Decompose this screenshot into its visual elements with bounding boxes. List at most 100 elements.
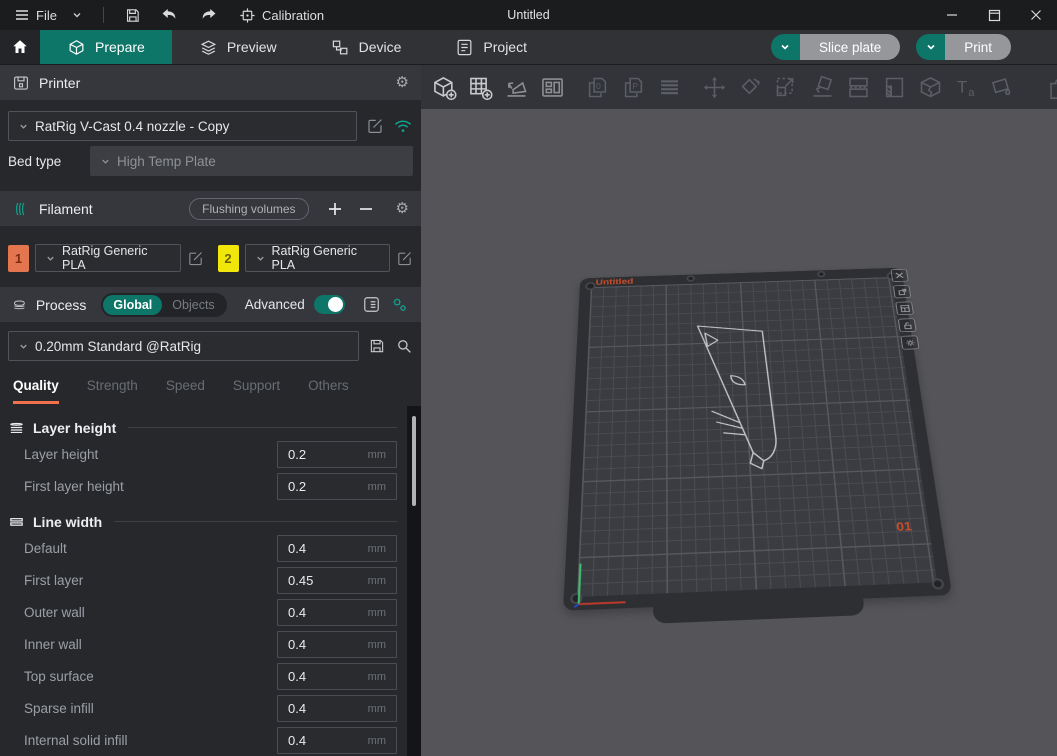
chevron-down-icon [255,253,266,264]
process-preset-select[interactable]: 0.20mm Standard @RatRig [8,331,359,361]
param-input[interactable]: 0.4 mm [277,663,397,690]
tab-device[interactable]: Device [304,30,429,64]
rotate-button[interactable] [737,74,764,101]
printer-connection-wifi-icon[interactable] [393,118,413,134]
scope-global[interactable]: Global [103,295,162,315]
layers-button[interactable] [656,74,683,101]
redo-button[interactable] [195,4,221,26]
edit-icon [187,250,204,267]
cut-button[interactable] [845,74,872,101]
prepare-icon [67,38,86,57]
minimize-button[interactable] [931,0,973,30]
param-input[interactable]: 0.2 mm [277,473,397,500]
tab-project[interactable]: Project [428,30,554,64]
move-button[interactable] [701,74,728,101]
file-menu-dropdown[interactable] [67,6,87,24]
file-menu-button[interactable]: File [10,4,61,26]
lay-on-face-button[interactable] [809,74,836,101]
print-options-dropdown[interactable] [916,34,945,60]
param-input[interactable]: 0.4 mm [277,599,397,626]
tab-quality[interactable]: Quality [13,378,59,404]
scrollbar-track[interactable] [407,406,421,756]
copy-button[interactable]: 0 [584,74,611,101]
slice-plate-button[interactable]: Slice plate [771,34,900,60]
tab-preview[interactable]: Preview [172,30,304,64]
device-icon [331,38,350,57]
param-label: Top surface [24,669,277,684]
add-filament-button[interactable] [328,202,342,216]
param-input[interactable]: 0.4 mm [277,535,397,562]
scale-button[interactable] [773,74,800,101]
maximize-button[interactable] [973,0,1015,30]
param-input[interactable]: 0.4 mm [277,631,397,658]
plate-name-label[interactable]: Untitled [596,277,634,287]
plate-settings-icon[interactable] [900,335,919,349]
color-paint-button[interactable] [989,74,1016,101]
save-preset-button[interactable] [368,337,386,355]
scope-objects[interactable]: Objects [162,295,224,315]
auto-orient-button[interactable] [503,74,530,101]
filament-1-badge[interactable]: 1 [8,245,29,272]
remove-filament-button[interactable] [359,202,373,216]
flushing-volumes-button[interactable]: Flushing volumes [189,198,308,220]
param-input[interactable]: 0.45 mm [277,567,397,594]
save-icon [124,7,141,24]
close-button[interactable] [1015,0,1057,30]
paste-button[interactable]: P [620,74,647,101]
filament-section-title: Filament [39,201,93,217]
tab-prepare[interactable]: Prepare [40,30,172,64]
add-plate-button[interactable] [467,74,494,101]
advanced-toggle[interactable] [314,295,345,314]
print-label[interactable]: Print [945,34,1011,60]
bed-type-select[interactable]: High Temp Plate [90,146,413,176]
arrange-plate-icon[interactable] [895,301,914,315]
filament-settings-gear-icon[interactable]: ⚙ [396,201,409,216]
print-button[interactable]: Print [916,34,1011,60]
orient-plate-icon[interactable] [893,285,912,298]
arrange-button[interactable] [539,74,566,101]
tab-others[interactable]: Others [308,378,349,404]
printer-preset-value: RatRig V-Cast 0.4 nozzle - Copy [35,119,229,134]
param-input[interactable]: 0.4 mm [277,695,397,722]
model-wireframe[interactable] [689,319,806,486]
axes-gizmo [572,560,628,608]
filament-1-select[interactable]: RatRig Generic PLA [35,244,181,272]
param-value: 0.45 [288,573,313,588]
edit-filament-1-button[interactable] [187,250,204,267]
search-settings-button[interactable] [395,337,413,355]
tab-device-label: Device [359,39,402,55]
support-paint-button[interactable] [881,74,908,101]
calibration-button[interactable]: Calibration [235,4,328,27]
add-object-button[interactable] [431,74,458,101]
param-input[interactable]: 0.4 mm [277,727,397,754]
delete-plate-icon[interactable] [890,269,908,282]
redo-icon [199,7,217,23]
assembly-view-button[interactable] [1046,74,1057,101]
scrollbar-thumb[interactable] [412,416,416,506]
add-text-button[interactable]: Ta [953,74,980,101]
build-plate[interactable]: Untitled 01 [563,268,952,611]
save-button[interactable] [120,4,145,27]
printer-preset-select[interactable]: RatRig V-Cast 0.4 nozzle - Copy [8,111,357,141]
line-width-group-title: Line width [33,514,102,530]
process-scope-toggle[interactable]: Global Objects [101,293,226,317]
printer-settings-gear-icon[interactable]: ⚙ [396,75,409,90]
mesh-boolean-button[interactable] [917,74,944,101]
home-button[interactable] [0,30,40,64]
compare-presets-button[interactable] [390,295,409,314]
save-preset-icon [368,337,386,355]
slice-options-dropdown[interactable] [771,34,800,60]
undo-button[interactable] [157,4,183,26]
lock-plate-icon[interactable] [898,318,917,332]
tab-strength[interactable]: Strength [87,378,138,404]
slice-plate-label[interactable]: Slice plate [800,34,900,60]
edit-printer-preset-button[interactable] [366,117,384,135]
filament-2-select[interactable]: RatRig Generic PLA [245,244,391,272]
filament-2-badge[interactable]: 2 [218,245,239,272]
parameter-table-button[interactable] [362,295,381,314]
param-unit: mm [368,735,386,747]
param-input[interactable]: 0.2 mm [277,441,397,468]
tab-support[interactable]: Support [233,378,280,404]
edit-filament-2-button[interactable] [396,250,413,267]
tab-speed[interactable]: Speed [166,378,205,404]
